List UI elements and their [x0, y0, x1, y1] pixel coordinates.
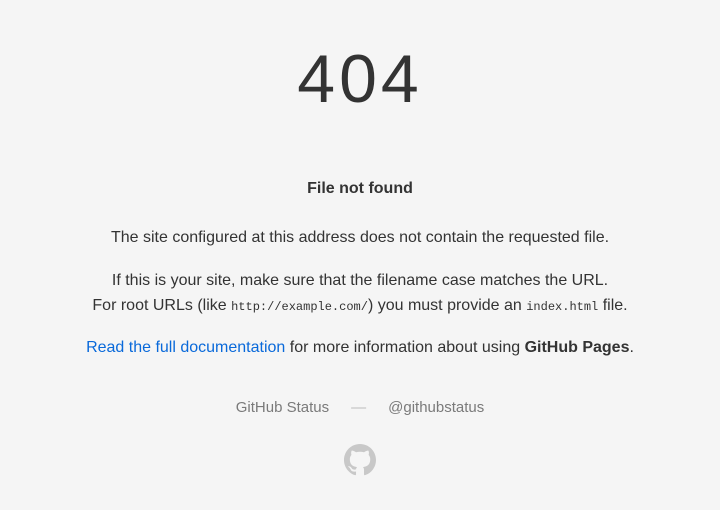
hint-line2-part2: ) you must provide an — [368, 297, 526, 314]
file-not-found-heading: File not found — [307, 180, 413, 198]
filename-case-hint: If this is your site, make sure that the… — [92, 269, 627, 319]
hint-line2-part1: For root URLs (like — [92, 297, 231, 314]
footer-links: GitHub Status — @githubstatus — [236, 399, 485, 416]
footer-separator: — — [351, 399, 366, 416]
github-icon — [344, 444, 376, 476]
index-html-code: index.html — [526, 300, 598, 314]
missing-file-message: The site configured at this address does… — [111, 226, 609, 251]
error-code: 404 — [297, 40, 422, 118]
githubstatus-handle-link[interactable]: @githubstatus — [388, 399, 484, 416]
hint-line2-part3: file. — [598, 297, 627, 314]
documentation-line: Read the full documentation for more inf… — [86, 336, 634, 361]
github-status-link[interactable]: GitHub Status — [236, 399, 329, 416]
docs-mid-text: for more information about using — [285, 339, 524, 356]
heading-text: File not found — [307, 180, 413, 197]
docs-end-text: . — [629, 339, 633, 356]
read-docs-link[interactable]: Read the full documentation — [86, 339, 285, 356]
example-url-code: http://example.com/ — [231, 300, 368, 314]
github-pages-strong: GitHub Pages — [525, 339, 630, 356]
github-logo-link[interactable] — [344, 444, 376, 481]
hint-line1: If this is your site, make sure that the… — [112, 272, 608, 289]
